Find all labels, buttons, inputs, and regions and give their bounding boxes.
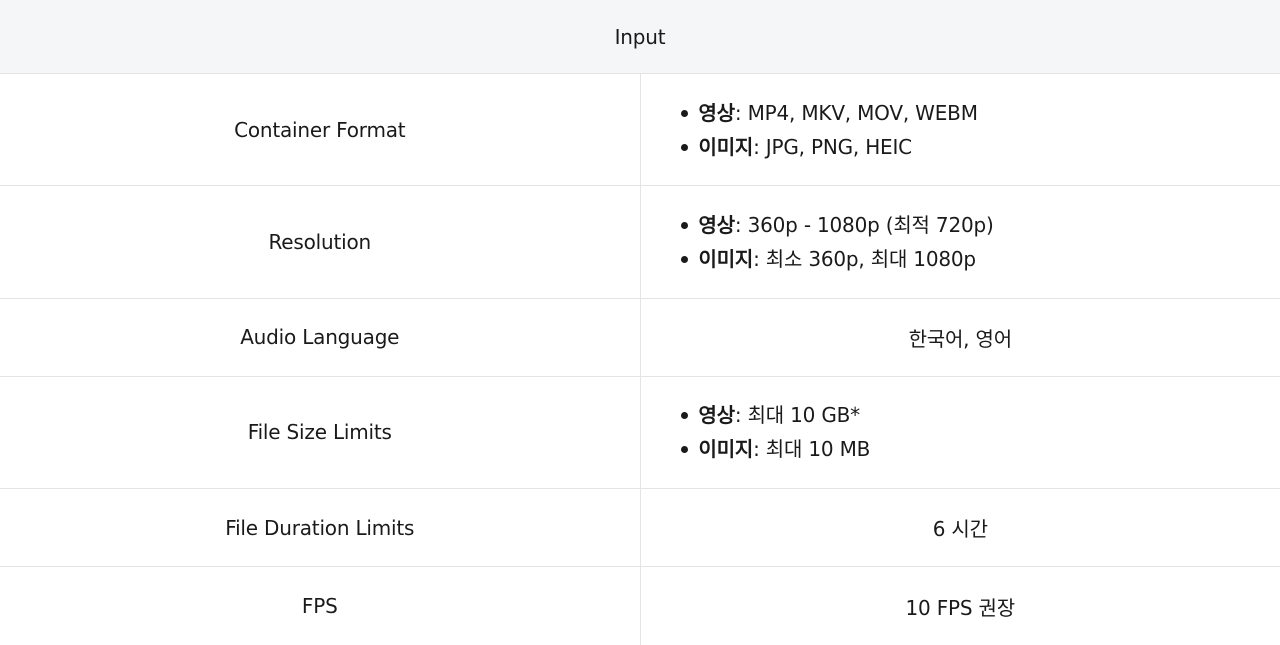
bullet-icon — [680, 412, 688, 420]
row-label: FPS — [0, 566, 641, 645]
table-header-row: Input — [0, 0, 1280, 75]
bullet-icon — [680, 222, 688, 230]
bullet-list: 영상: 최대 10 GB* 이미지: 최대 10 MB — [679, 398, 1280, 466]
table-row-resolution: Resolution 영상: 360p - 1080p (최적 720p) 이미… — [0, 185, 1280, 299]
table-row-fps: FPS 10 FPS 권장 — [0, 566, 1280, 645]
list-item: 영상: 최대 10 GB* — [679, 398, 1280, 432]
row-value: 영상: MP4, MKV, MOV, WEBM 이미지: JPG, PNG, H… — [640, 73, 1280, 187]
item-key: 영상 — [698, 403, 736, 428]
item-key: 이미지 — [698, 134, 754, 159]
row-value: 10 FPS 권장 — [905, 595, 1016, 620]
item-key: 영상 — [698, 213, 736, 238]
item-text: : JPG, PNG, HEIC — [753, 134, 912, 159]
list-item: 영상: MP4, MKV, MOV, WEBM — [679, 96, 1280, 130]
item-text: : 최대 10 GB* — [734, 403, 860, 428]
table-row-audio-language: Audio Language 한국어, 영어 — [0, 298, 1280, 377]
item-text: : 최소 360p, 최대 1080p — [753, 247, 976, 272]
row-label: File Size Limits — [0, 376, 641, 490]
row-value: 한국어, 영어 — [640, 298, 1280, 377]
table-row-container-format: Container Format 영상: MP4, MKV, MOV, WEBM… — [0, 73, 1280, 187]
bullet-list: 영상: 360p - 1080p (최적 720p) 이미지: 최소 360p,… — [679, 208, 1280, 276]
bullet-icon — [680, 143, 688, 151]
item-key: 이미지 — [698, 437, 754, 462]
spec-table: Input Container Format 영상: MP4, MKV, MOV… — [0, 0, 1280, 645]
list-item: 이미지: 최소 360p, 최대 1080p — [679, 242, 1280, 276]
row-label: Resolution — [0, 185, 641, 299]
bullet-icon — [680, 109, 688, 117]
list-item: 이미지: JPG, PNG, HEIC — [679, 130, 1280, 164]
table-row-file-size-limits: File Size Limits 영상: 최대 10 GB* 이미지: 최대 1… — [0, 376, 1280, 490]
list-item: 이미지: 최대 10 MB — [679, 432, 1280, 466]
row-label: Audio Language — [0, 298, 641, 377]
bullet-icon — [680, 446, 688, 454]
item-key: 영상 — [698, 100, 736, 125]
row-value: 6 시간 — [640, 488, 1280, 568]
row-label: File Duration Limits — [0, 488, 641, 568]
item-text: : 360p - 1080p (최적 720p) — [734, 213, 994, 238]
item-text: : 최대 10 MB — [753, 437, 871, 462]
item-key: 이미지 — [698, 247, 754, 272]
row-label: Container Format — [0, 73, 641, 187]
row-value: 영상: 360p - 1080p (최적 720p) 이미지: 최소 360p,… — [640, 185, 1280, 299]
item-text: : MP4, MKV, MOV, WEBM — [734, 100, 978, 125]
list-item: 영상: 360p - 1080p (최적 720p) — [679, 208, 1280, 242]
row-value: 영상: 최대 10 GB* 이미지: 최대 10 MB — [640, 376, 1280, 490]
table-row-file-duration-limits: File Duration Limits 6 시간 — [0, 488, 1280, 568]
table-header-title: Input — [0, 0, 1280, 75]
bullet-icon — [680, 256, 688, 264]
bullet-list: 영상: MP4, MKV, MOV, WEBM 이미지: JPG, PNG, H… — [679, 96, 1280, 164]
